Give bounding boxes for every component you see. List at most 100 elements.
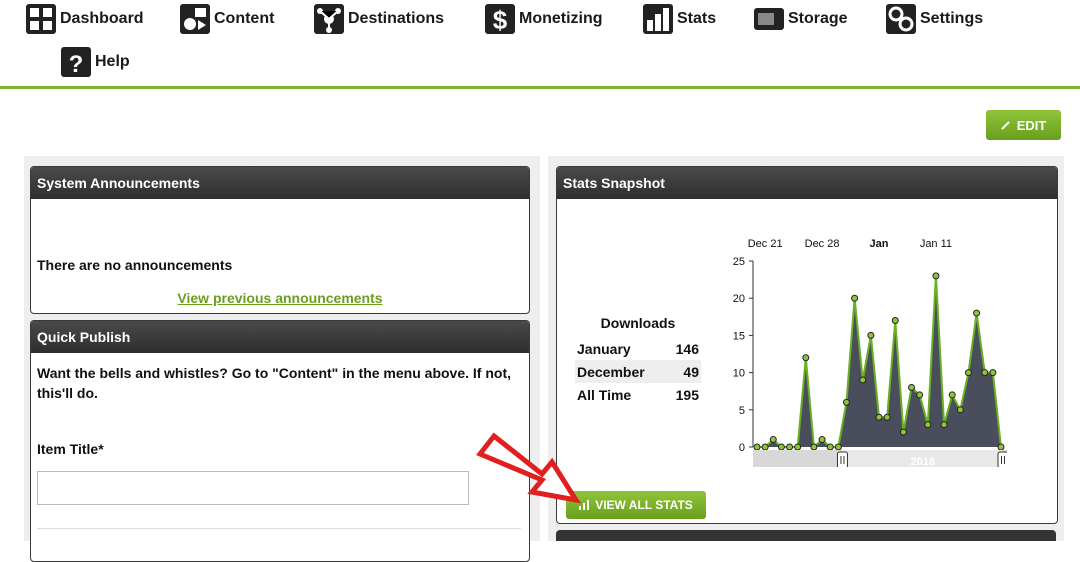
- x-tick-label: Jan 11: [920, 238, 952, 250]
- stats-snapshot-title: Stats Snapshot: [557, 167, 1057, 199]
- storage-drive-icon: [754, 8, 784, 30]
- data-point: [753, 443, 761, 451]
- y-tick-label: 5: [739, 405, 745, 417]
- quick-publish-intro: Want the bells and whistles? Go to "Cont…: [37, 365, 511, 401]
- data-point: [932, 272, 940, 280]
- data-point: [964, 369, 972, 377]
- y-tick-label: 25: [733, 256, 745, 268]
- data-point: [883, 413, 891, 421]
- navigator-handle: [997, 451, 1007, 467]
- row-label: January: [577, 340, 631, 357]
- divider: [37, 528, 521, 529]
- downloads-header: Downloads: [600, 315, 676, 331]
- data-point: [891, 317, 899, 325]
- data-point: [875, 413, 883, 421]
- data-point: [916, 391, 924, 399]
- row-value: 146: [675, 340, 699, 357]
- dashboard-grid-icon: [26, 4, 56, 34]
- y-tick-label: 10: [733, 368, 745, 380]
- data-point: [761, 443, 769, 451]
- nav-destinations[interactable]: Destinations: [314, 4, 444, 34]
- data-point: [956, 406, 964, 414]
- destinations-network-icon: [314, 4, 344, 34]
- nav-dashboard[interactable]: Dashboard: [26, 4, 144, 34]
- question-icon: ?: [61, 47, 91, 77]
- stats-snapshot-panel: Stats Snapshot Downloads January 146 Dece…: [556, 166, 1058, 524]
- content-media-icon: [180, 4, 210, 34]
- table-row: All Time 195: [575, 383, 701, 406]
- data-point: [899, 428, 907, 436]
- row-label: All Time: [577, 386, 632, 403]
- data-point: [867, 331, 875, 339]
- view-all-stats-button[interactable]: VIEW ALL STATS: [566, 491, 706, 519]
- gears-icon: [886, 4, 916, 34]
- y-tick-label: 0: [739, 442, 745, 454]
- edit-label: EDIT: [1016, 117, 1047, 133]
- lower-right-panel: [556, 530, 1056, 541]
- nav-stats[interactable]: Stats: [643, 4, 716, 34]
- pencil-icon: [1000, 121, 1010, 130]
- x-tick-label: Dec 21: [748, 238, 783, 250]
- svg-text:$: $: [493, 5, 508, 34]
- data-point: [981, 369, 989, 377]
- navigator-handle: [836, 451, 848, 467]
- nav-label: Stats: [677, 10, 717, 27]
- dollar-icon: $: [485, 4, 515, 34]
- view-all-stats-label: VIEW ALL STATS: [595, 498, 693, 512]
- nav-storage[interactable]: Storage: [754, 4, 848, 34]
- table-row: December 49: [575, 360, 701, 383]
- data-point: [924, 421, 932, 429]
- y-tick-label: 20: [733, 293, 745, 305]
- data-point: [908, 383, 916, 391]
- row-label: December: [577, 363, 645, 380]
- nav-monetizing[interactable]: $ Monetizing: [485, 4, 603, 34]
- view-previous-announcements-link[interactable]: View previous announcements: [177, 290, 382, 306]
- nav-label: Help: [95, 53, 130, 70]
- nav-label: Content: [214, 10, 275, 27]
- x-tick-label: Dec 28: [805, 238, 840, 250]
- quick-publish-title: Quick Publish: [31, 321, 529, 353]
- quick-publish-panel: Quick Publish Want the bells and whistle…: [30, 320, 530, 562]
- red-arrow-annotation: [476, 432, 582, 504]
- nav-label: Storage: [788, 10, 848, 27]
- y-tick-label: 15: [733, 330, 745, 342]
- navigator-year-label: 2018: [910, 456, 934, 467]
- row-value: 195: [675, 386, 699, 403]
- nav-content[interactable]: Content: [180, 4, 274, 34]
- data-point: [842, 398, 850, 406]
- nav-label: Settings: [920, 10, 984, 27]
- bar-stats-icon: [643, 4, 673, 34]
- data-point: [802, 354, 810, 362]
- edit-button[interactable]: EDIT: [986, 110, 1061, 140]
- data-point: [834, 443, 842, 451]
- data-point: [826, 443, 834, 451]
- table-row: January 146: [575, 337, 701, 360]
- data-point: [851, 294, 859, 302]
- area-fill: [757, 275, 1001, 447]
- data-point: [818, 436, 826, 444]
- announcements-panel: System Announcements There are no announ…: [30, 166, 530, 314]
- data-point: [940, 421, 948, 429]
- data-point: [859, 376, 867, 384]
- nav-settings[interactable]: Settings: [886, 4, 983, 34]
- data-point: [997, 443, 1005, 451]
- data-point: [786, 443, 794, 451]
- data-point: [769, 436, 777, 444]
- svg-text:?: ?: [69, 51, 84, 77]
- nav-label: Dashboard: [60, 10, 144, 27]
- data-point: [973, 309, 981, 317]
- nav-label: Monetizing: [519, 10, 603, 27]
- nav-help[interactable]: ? Help: [61, 47, 130, 77]
- main-nav: Dashboard Content Destinations $ Monetiz…: [0, 0, 1080, 89]
- downloads-table: Downloads January 146 December 49 All Time…: [575, 315, 701, 406]
- announcements-title: System Announcements: [31, 167, 529, 199]
- row-value: 49: [683, 363, 699, 380]
- data-point: [810, 443, 818, 451]
- downloads-area-chart: 0 5 10 15 20 25Dec 21 Dec 28 Jan Jan 11 2018: [733, 238, 1007, 467]
- data-point: [989, 369, 997, 377]
- data-point: [777, 443, 785, 451]
- item-title-label: Item Title*: [37, 441, 104, 457]
- item-title-input[interactable]: [37, 471, 469, 505]
- x-tick-label: Jan: [870, 238, 889, 250]
- data-point: [794, 443, 802, 451]
